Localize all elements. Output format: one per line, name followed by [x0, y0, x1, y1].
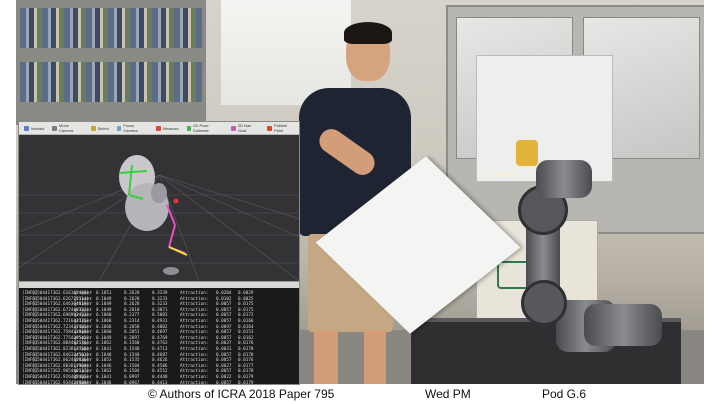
log-cell: 0.0179 [238, 380, 254, 385]
robot-elbow-joint [521, 280, 567, 326]
log-cell: 0.4413 [152, 380, 168, 385]
tool-select[interactable]: Select [88, 123, 112, 133]
log-cell: gripper [74, 380, 93, 385]
log-line: [INFO] [1504417362.934424809]: gripper 0.10… [22, 380, 296, 385]
focus-camera-icon [116, 125, 122, 131]
tool-focus-camera[interactable]: Focus Camera [114, 123, 151, 133]
rviz-status-bar [19, 281, 299, 288]
log-cell: 0.1046 [96, 380, 112, 385]
tool-measure[interactable]: Measure [153, 123, 182, 133]
robot-gripper-tip [494, 172, 516, 177]
robot-base-marker [163, 267, 179, 275]
tool-publish-point[interactable]: Publish Point [264, 123, 299, 133]
tool-2d-pose-estimate[interactable]: 2D Pose Estimate [184, 123, 227, 133]
log-cell: 0.0057 [216, 380, 232, 385]
person-leg [314, 330, 338, 384]
publish-point-icon [267, 125, 273, 131]
tool-move-camera[interactable]: Move Camera [49, 123, 85, 133]
move-camera-icon [52, 125, 58, 131]
log-cell: Attraction: [180, 380, 209, 385]
person-hair [344, 22, 392, 44]
tool-2d-nav-goal[interactable]: 2D Nav Goal [228, 123, 262, 133]
log-cell: [1504417362.934424809]: [32, 380, 92, 385]
target-point-marker [173, 198, 179, 204]
interact-icon [24, 125, 29, 131]
log-cell: [INFO] [22, 380, 38, 385]
robot-gripper [516, 140, 538, 166]
viewport-scene [19, 155, 299, 281]
nav-goal-icon [231, 125, 236, 131]
tool-interact[interactable]: Interact [21, 123, 47, 133]
select-icon [90, 125, 96, 131]
robot-effector-marker [168, 246, 188, 256]
point-cloud-person [119, 155, 169, 231]
log-cell: 0.0967 [124, 380, 140, 385]
measure-icon [155, 125, 161, 131]
rviz-window: Interact Move Camera Select Focus Camera… [18, 121, 300, 385]
rviz-toolbar: Interact Move Camera Select Focus Camera… [19, 122, 299, 135]
3d-viewport[interactable] [19, 135, 299, 281]
terminal-log: [INFO] [1504417362.616165469]: gripper 0.10… [19, 288, 299, 385]
caption-pod: Pod G.6 [542, 387, 587, 401]
caption-session: Wed PM [425, 387, 471, 401]
video-caption: © Authors of ICRA 2018 Paper 795 Wed PM … [0, 386, 720, 404]
pose-estimate-icon [186, 125, 192, 131]
person-leg [364, 330, 386, 384]
robot-forearm [584, 304, 662, 346]
caption-credit: © Authors of ICRA 2018 Paper 795 [148, 387, 335, 401]
robot-wrist [536, 160, 592, 198]
bookshelf [16, 0, 206, 125]
robot-skeleton [166, 204, 186, 254]
